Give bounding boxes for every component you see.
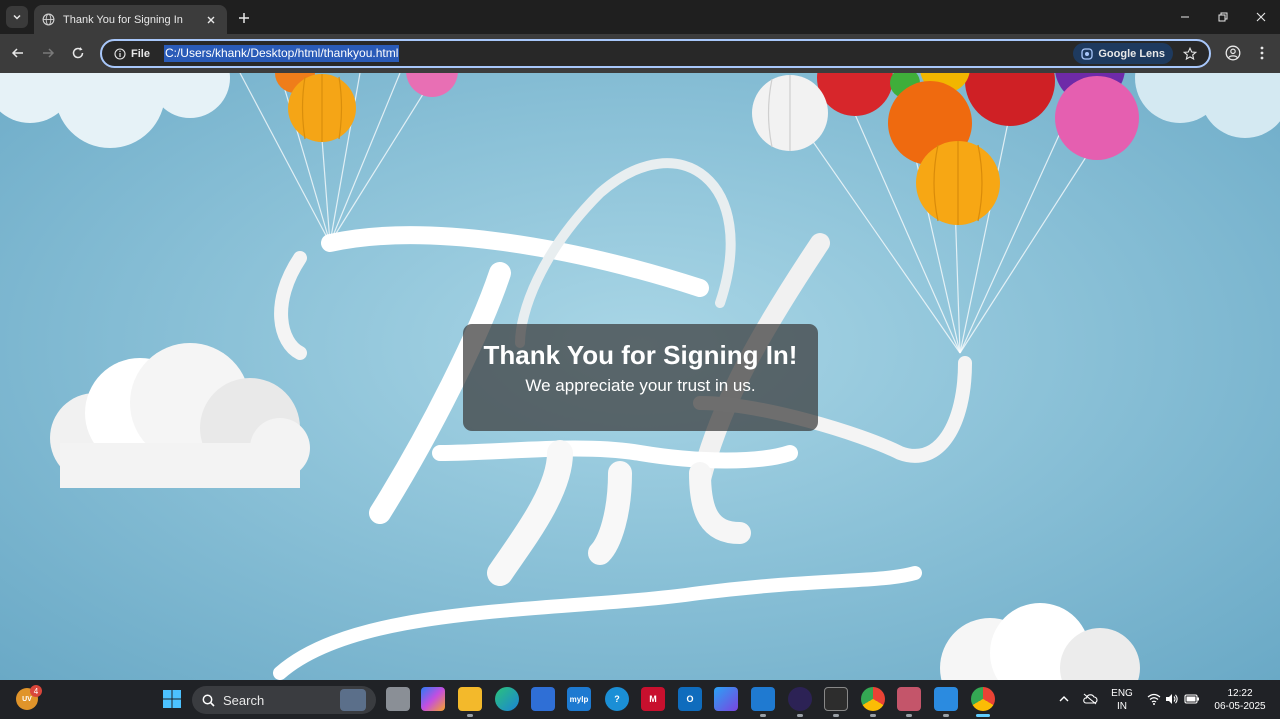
- mylp-icon[interactable]: mylp: [567, 687, 591, 711]
- url-text[interactable]: C:/Users/khank/Desktop/html/thankyou.htm…: [163, 45, 400, 62]
- terminal-indicator: [833, 714, 839, 717]
- chrome-active-indicator: [976, 714, 990, 717]
- close-window-button[interactable]: [1242, 0, 1280, 34]
- start-button[interactable]: [160, 687, 184, 711]
- cloud-top-left: [0, 73, 230, 148]
- onedrive-tray-icon[interactable]: [1078, 687, 1102, 711]
- vscode-icon[interactable]: [751, 687, 775, 711]
- forward-button[interactable]: [37, 42, 59, 64]
- site-info-chip[interactable]: File: [108, 43, 156, 65]
- profile-icon: [1225, 45, 1241, 61]
- reload-icon: [72, 47, 84, 59]
- balloons-left: [275, 73, 458, 142]
- cloud-off-icon: [1083, 693, 1098, 705]
- mcafee-icon[interactable]: M: [641, 687, 665, 711]
- clock-time: 12:22: [1227, 688, 1253, 699]
- arrow-left-icon: [11, 48, 23, 58]
- file-explorer-indicator: [467, 714, 473, 717]
- windows-taskbar: UV 4 Search mylp ? M O ENG IN 12:22 06-0…: [0, 680, 1280, 719]
- tab-title: Thank You for Signing In: [63, 13, 183, 26]
- active-tab[interactable]: Thank You for Signing In: [34, 5, 227, 34]
- window-controls: [1166, 0, 1280, 34]
- eclipse-indicator: [797, 714, 803, 717]
- close-icon: [207, 16, 215, 23]
- lens-icon: [1081, 47, 1094, 60]
- outlook-icon[interactable]: O: [678, 687, 702, 711]
- clock[interactable]: 12:22 06-05-2025: [1208, 687, 1272, 713]
- site-chip-label: File: [131, 47, 150, 60]
- search-icon: [202, 694, 215, 707]
- terminal-icon[interactable]: [824, 687, 848, 711]
- chrome-active-icon[interactable]: [971, 687, 995, 711]
- snipping-tool-indicator: [906, 714, 912, 717]
- file-explorer-icon[interactable]: [458, 687, 482, 711]
- search-highlight-image: [340, 689, 366, 711]
- eclipse-icon[interactable]: [788, 687, 812, 711]
- page-heading: Thank You for Signing In!: [483, 340, 798, 370]
- region-label: IN: [1117, 701, 1127, 712]
- chevron-down-icon: [13, 14, 21, 20]
- profile-button[interactable]: [1222, 42, 1244, 64]
- show-hidden-icons-button[interactable]: [1052, 687, 1076, 711]
- browser-menu-button[interactable]: [1252, 42, 1272, 64]
- windows-logo-icon: [163, 690, 181, 708]
- address-bar[interactable]: File C:/Users/khank/Desktop/html/thankyo…: [100, 39, 1211, 68]
- globe-icon: [42, 13, 55, 26]
- google-lens-button[interactable]: Google Lens: [1073, 43, 1173, 64]
- bookmark-star-button[interactable]: [1181, 45, 1199, 63]
- tab-strip: Thank You for Signing In: [0, 0, 1280, 34]
- photos-indicator: [943, 714, 949, 717]
- thank-you-card: Thank You for Signing In! We appreciate …: [463, 324, 818, 431]
- snipping-tool-icon[interactable]: [897, 687, 921, 711]
- taskbar-search[interactable]: Search: [192, 686, 376, 714]
- minimize-icon: [1181, 16, 1189, 18]
- clock-date: 06-05-2025: [1214, 701, 1266, 712]
- tab-search-button[interactable]: [6, 6, 28, 28]
- edge-icon[interactable]: [495, 687, 519, 711]
- widget-badge: 4: [30, 685, 42, 697]
- cloud-top-right: [1135, 73, 1280, 138]
- chevron-up-icon: [1059, 696, 1069, 702]
- language-indicator[interactable]: ENG IN: [1108, 687, 1136, 713]
- copilot-icon[interactable]: [421, 687, 445, 711]
- browser-toolbar: File C:/Users/khank/Desktop/html/thankyo…: [0, 34, 1280, 73]
- cloud-left: [50, 343, 310, 488]
- bing-icon[interactable]: [714, 687, 738, 711]
- tab-close-button[interactable]: [203, 12, 219, 28]
- page-subtext: We appreciate your trust in us.: [525, 376, 756, 395]
- chrome-icon[interactable]: [861, 687, 885, 711]
- google-lens-label: Google Lens: [1098, 47, 1165, 60]
- star-icon: [1183, 47, 1197, 61]
- kebab-menu-icon: [1260, 46, 1264, 60]
- restore-button[interactable]: [1204, 0, 1242, 34]
- new-tab-button[interactable]: [234, 8, 254, 28]
- cloud-bottom-right: [940, 603, 1140, 680]
- close-icon: [1256, 12, 1266, 22]
- arrow-right-icon: [43, 48, 55, 58]
- battery-icon[interactable]: [1180, 687, 1204, 711]
- reload-button[interactable]: [67, 42, 89, 64]
- help-icon[interactable]: ?: [605, 687, 629, 711]
- vscode-indicator: [760, 714, 766, 717]
- search-label: Search: [223, 692, 265, 708]
- photos-icon[interactable]: [934, 687, 958, 711]
- info-icon: [114, 47, 126, 60]
- minimize-button[interactable]: [1166, 0, 1204, 34]
- plus-icon: [239, 13, 249, 23]
- back-button[interactable]: [7, 42, 29, 64]
- balloons-right: [752, 73, 1139, 225]
- chrome-indicator: [870, 714, 876, 717]
- microsoft-store-icon[interactable]: [531, 687, 555, 711]
- page-viewport: Thank You for Signing In! We appreciate …: [0, 73, 1280, 680]
- language-label: ENG: [1111, 688, 1133, 699]
- task-view-icon[interactable]: [386, 687, 410, 711]
- restore-icon: [1218, 12, 1228, 22]
